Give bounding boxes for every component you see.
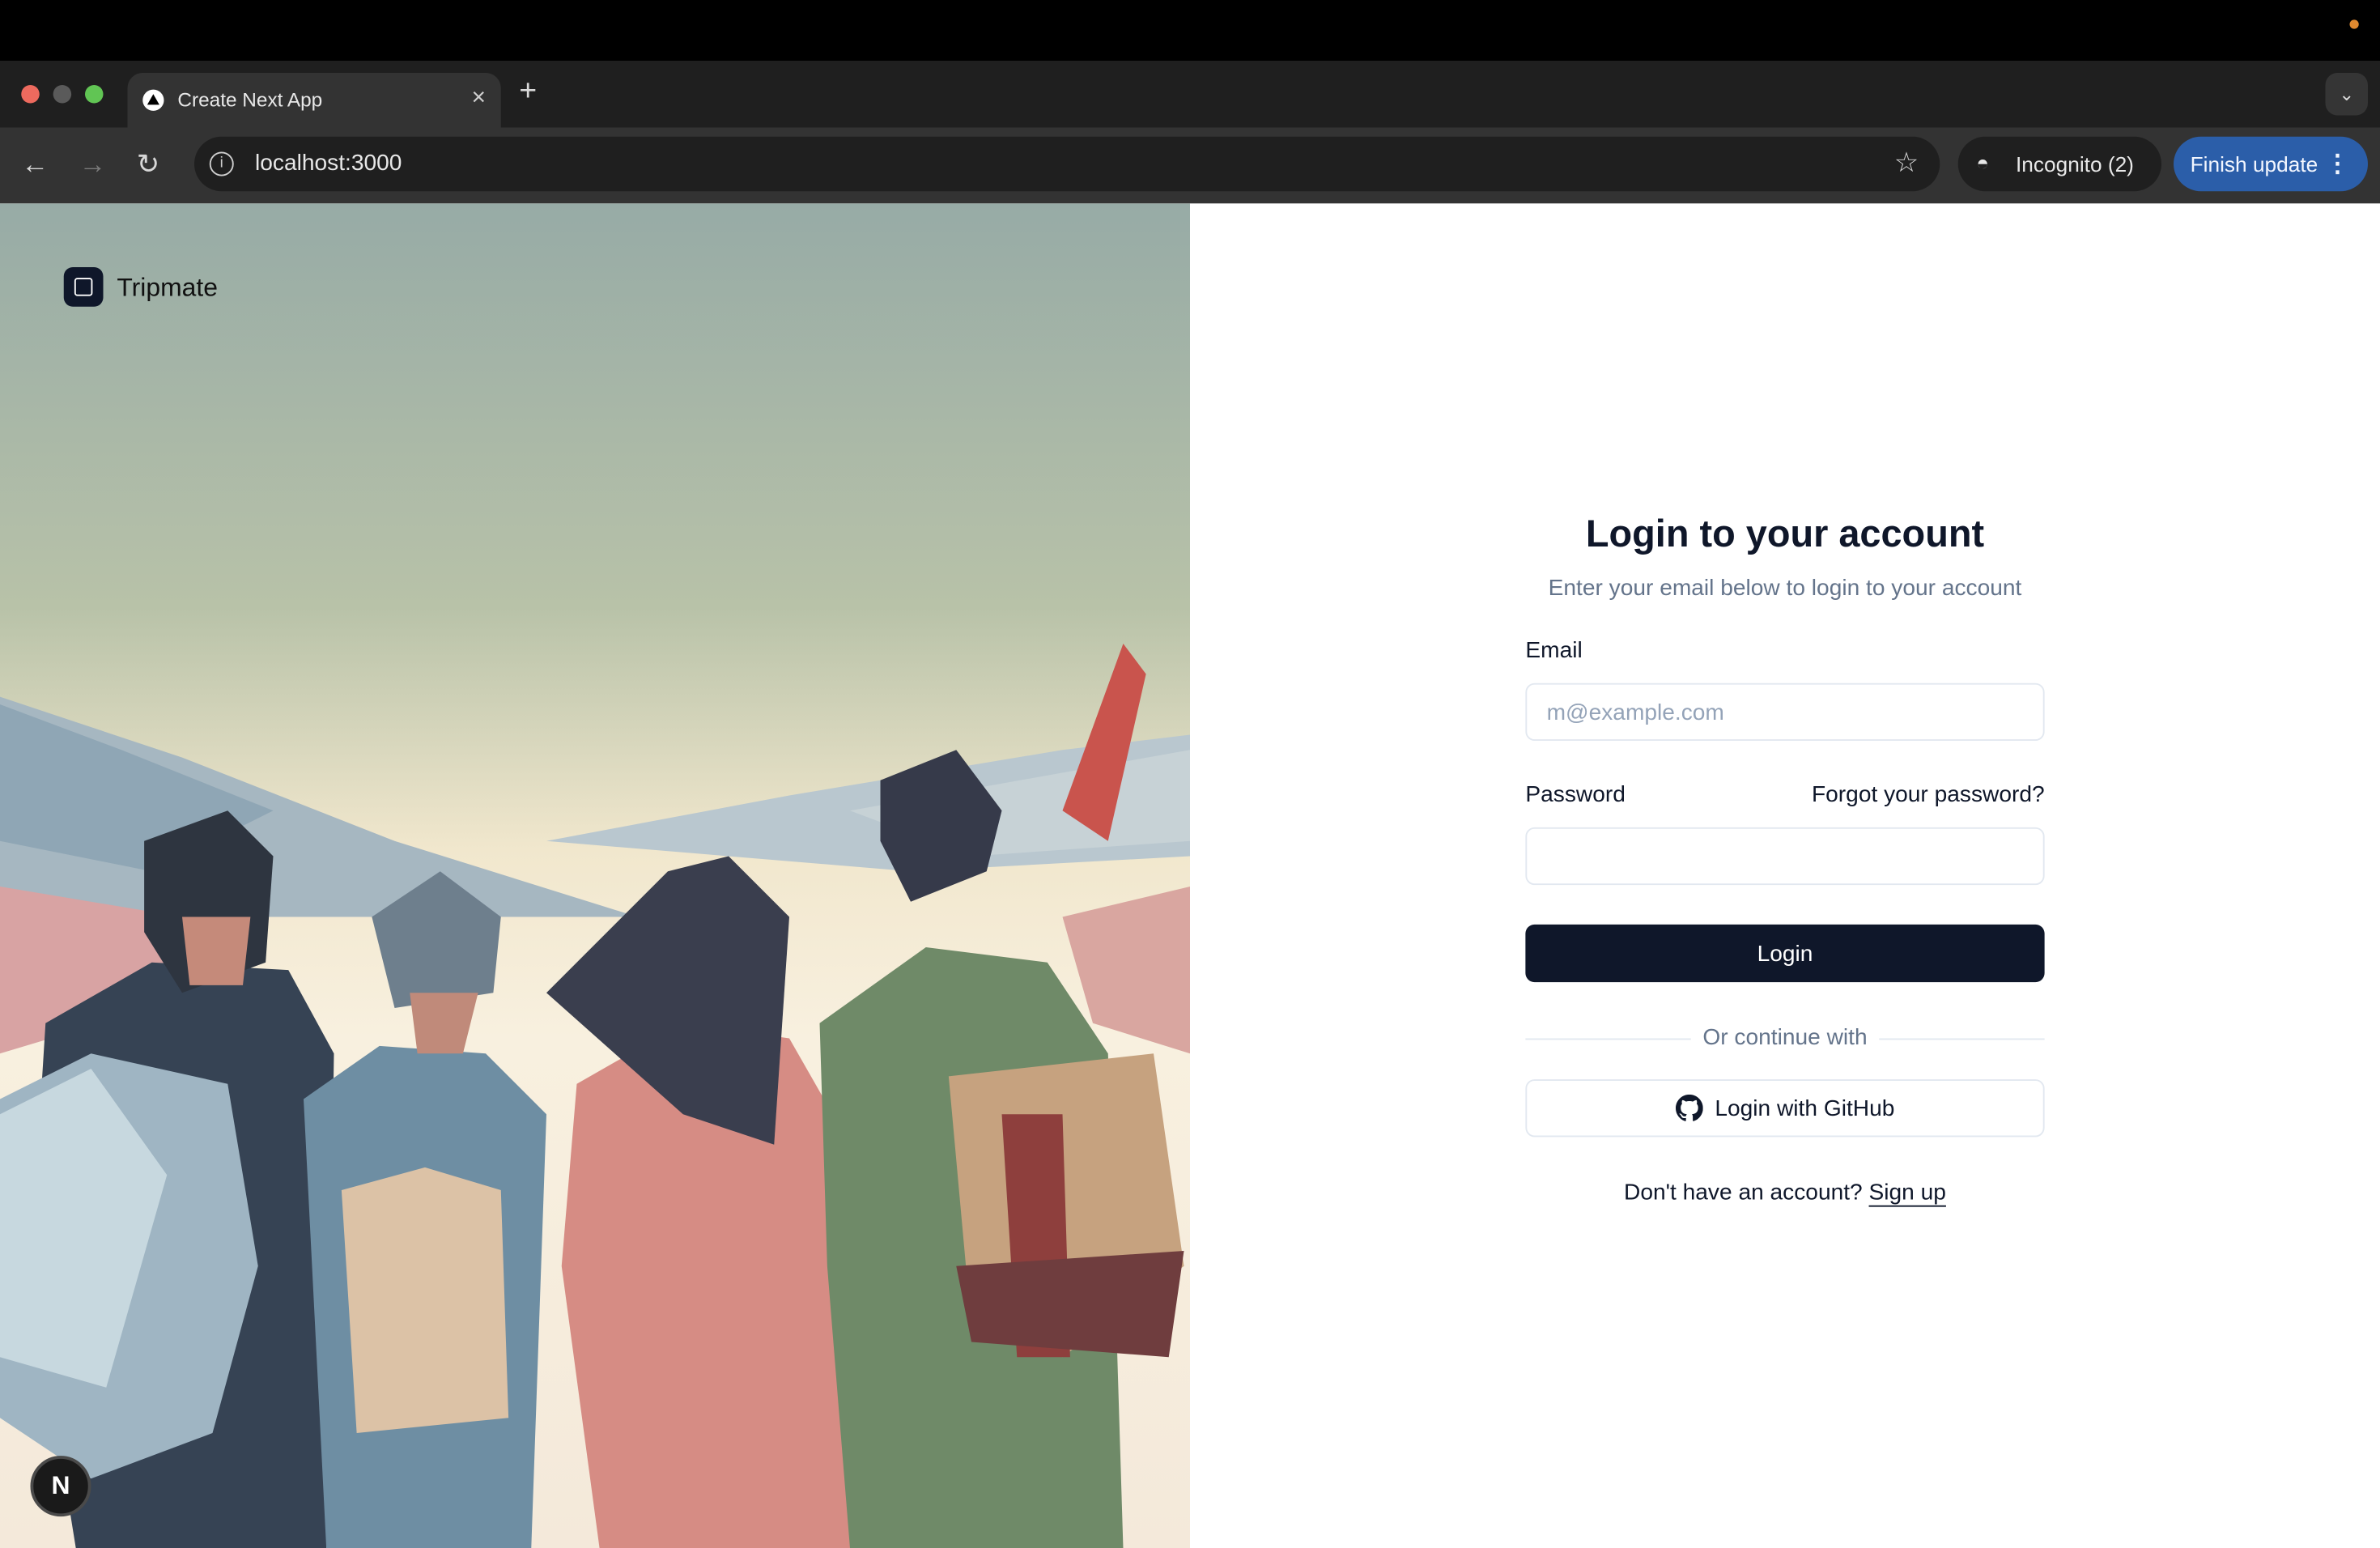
favicon-icon <box>142 89 164 111</box>
reload-icon[interactable]: ↻ <box>137 149 159 180</box>
divider: Or continue with <box>1525 1024 2045 1053</box>
screen: Create Next App × + ⌄ ← → ↻ i localhost:… <box>0 0 2380 1548</box>
incognito-icon: ◓ <box>1976 150 1990 175</box>
divider-text: Or continue with <box>1690 1024 1880 1051</box>
forgot-password-link[interactable]: Forgot your password? <box>1812 782 2045 808</box>
email-field[interactable] <box>1525 683 2045 741</box>
star-icon[interactable]: ☆ <box>1894 147 1919 179</box>
tab-close-icon[interactable]: × <box>471 85 486 113</box>
hero-image: Tripmate N <box>0 203 1190 1548</box>
close-window-button[interactable] <box>21 85 40 104</box>
minimize-window-button[interactable] <box>53 85 72 104</box>
form-title: Login to your account <box>1585 512 1985 556</box>
browser-tab[interactable]: Create Next App × <box>127 73 501 128</box>
url-text[interactable]: localhost:3000 <box>255 151 402 176</box>
github-icon <box>1675 1094 1703 1121</box>
password-label: Password <box>1525 781 1626 808</box>
back-icon[interactable]: ← <box>21 149 49 180</box>
browser-toolbar: ← → ↻ i localhost:3000 ☆ ◓ Incognito (2)… <box>0 127 2380 204</box>
incognito-label: Incognito (2) <box>2016 151 2134 176</box>
nextjs-devtools-button[interactable]: N <box>30 1456 91 1517</box>
more-icon[interactable]: ⋮ <box>2326 149 2350 180</box>
incognito-button[interactable]: ◓ Incognito (2) <box>1957 136 2161 192</box>
finish-update-label: Finish update <box>2190 151 2318 176</box>
signup-link[interactable]: Sign up <box>1869 1180 1946 1206</box>
forward-icon[interactable]: → <box>79 149 107 180</box>
hikers-illustration <box>0 203 1190 1548</box>
brand-logo-icon <box>63 267 104 307</box>
tab-title: Create Next App <box>177 87 323 111</box>
form-subtitle: Enter your email below to login to your … <box>1548 575 2022 602</box>
new-tab-button[interactable]: + <box>519 76 537 107</box>
finish-update-button[interactable]: Finish update ⋮ <box>2174 136 2368 192</box>
system-menubar <box>0 0 2380 61</box>
fullscreen-window-button[interactable] <box>85 85 104 104</box>
address-bar[interactable]: i localhost:3000 ☆ <box>194 136 1940 192</box>
login-form: Login to your account Enter your email b… <box>1525 512 2045 1206</box>
signup-row: Don't have an account? Sign up <box>1525 1180 2044 1206</box>
page: Tripmate N Login to your account Enter y… <box>0 203 2380 1548</box>
github-button-label: Login with GitHub <box>1715 1095 1895 1121</box>
status-dot <box>2349 19 2359 29</box>
password-field[interactable] <box>1525 827 2045 886</box>
tab-search-button[interactable]: ⌄ <box>2325 73 2368 116</box>
email-label: Email <box>1525 637 1583 664</box>
signup-prompt: Don't have an account? <box>1624 1179 1863 1206</box>
tab-strip: Create Next App × + ⌄ <box>0 61 2380 128</box>
login-button[interactable]: Login <box>1525 924 2045 983</box>
info-icon[interactable]: i <box>209 151 234 176</box>
brand-name: Tripmate <box>117 273 218 303</box>
password-label-row: Password Forgot your password? <box>1525 782 2044 813</box>
github-login-button[interactable]: Login with GitHub <box>1525 1079 2045 1138</box>
email-label-row: Email <box>1525 638 2044 669</box>
